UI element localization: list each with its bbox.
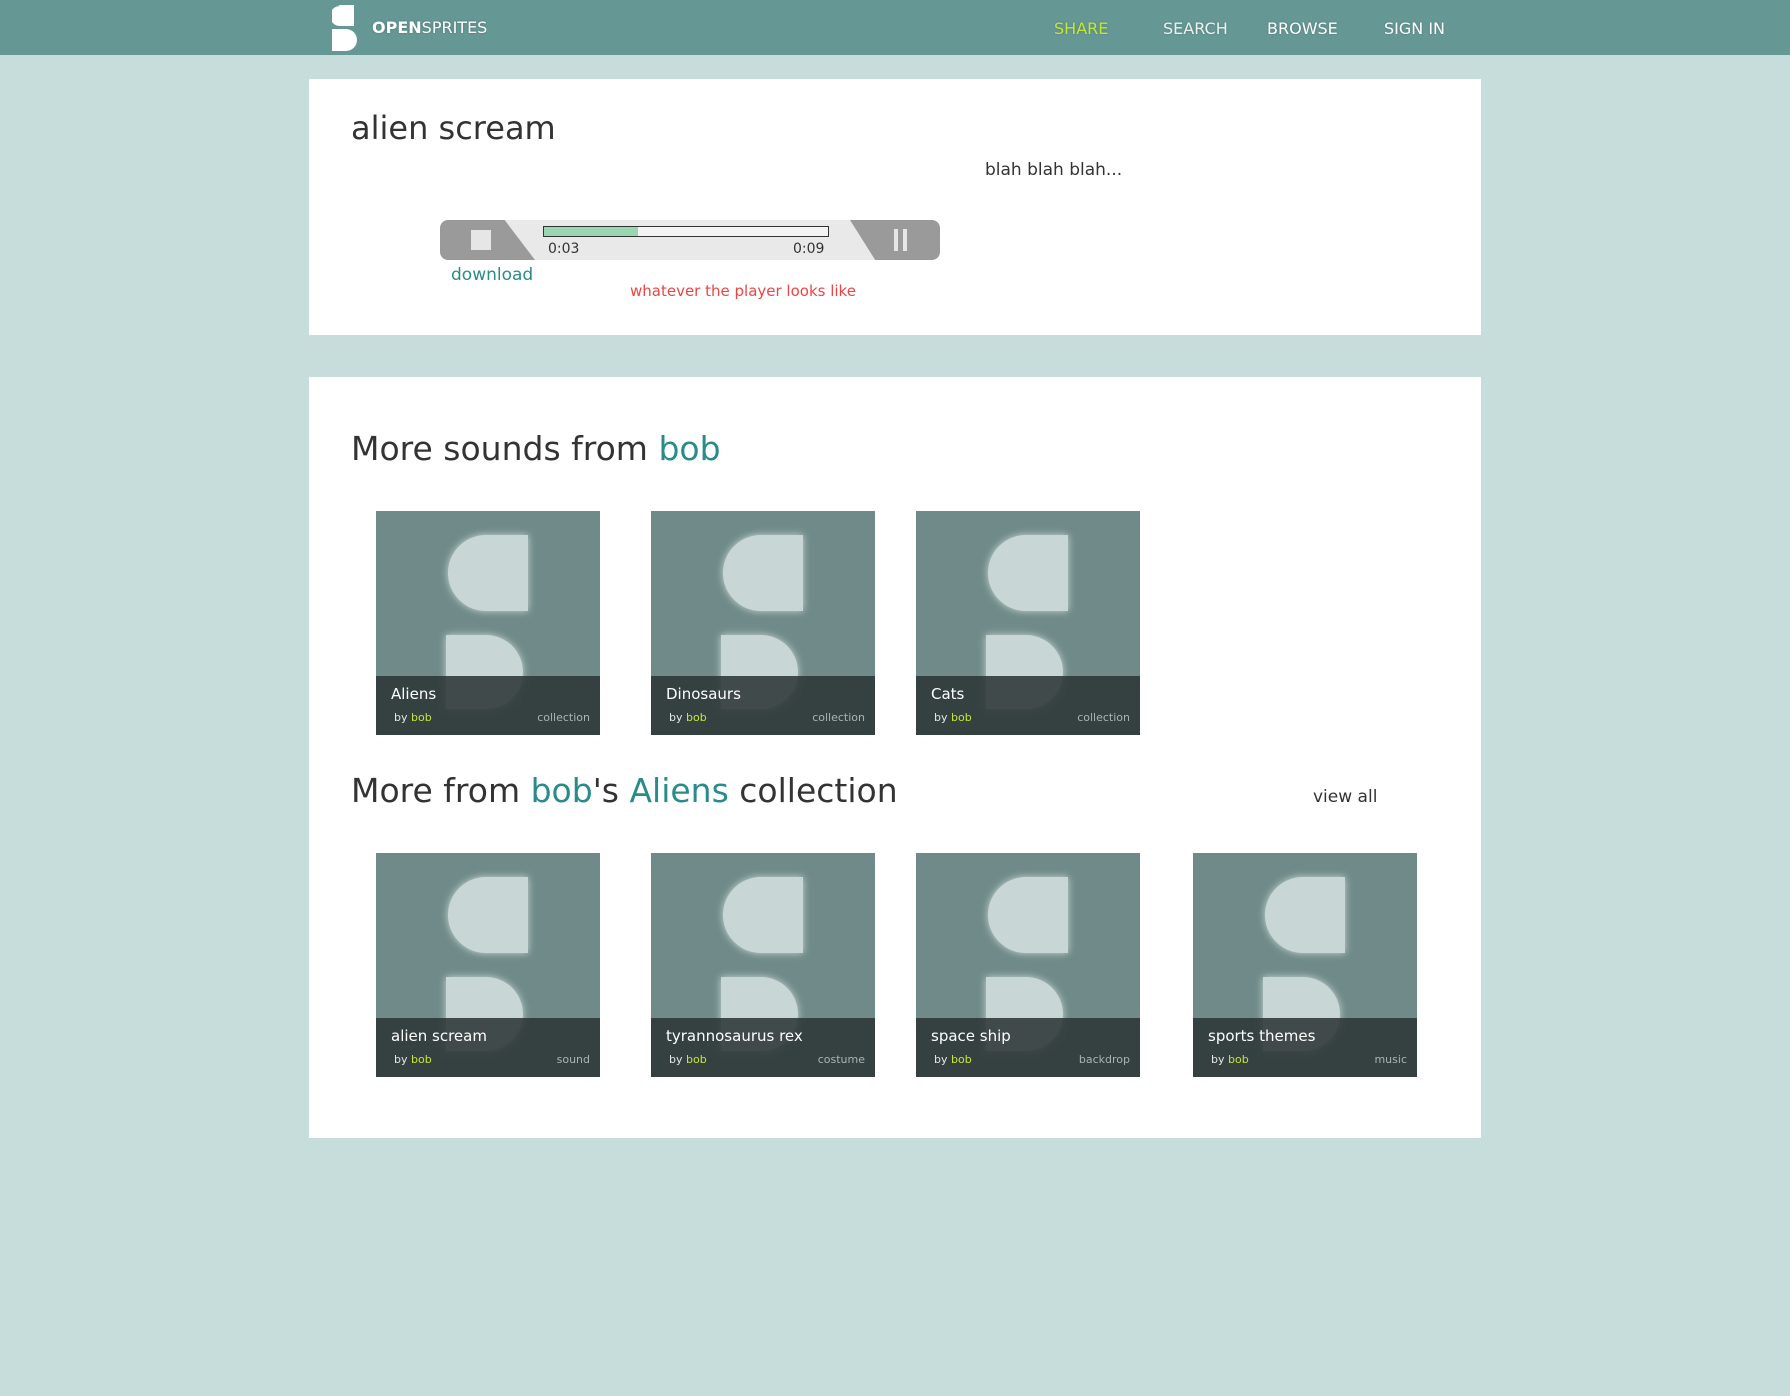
pause-icon[interactable] — [894, 229, 908, 251]
card-title[interactable]: Dinosaurs — [666, 685, 741, 703]
item-card[interactable]: sports themes by bob music — [1193, 853, 1417, 1077]
user-link[interactable]: bob — [531, 771, 593, 810]
card-caption: Aliens by bob collection — [376, 676, 600, 735]
nav-share[interactable]: SHARE — [1054, 19, 1108, 38]
top-navigation-bar: OPENSPRITES SHARE SEARCH BROWSE SIGN IN — [0, 0, 1790, 55]
more-from-user-heading: More sounds from bob — [351, 429, 721, 468]
view-all-link[interactable]: view all — [1313, 787, 1377, 807]
download-link[interactable]: download — [451, 265, 533, 285]
card-byline: by bob — [934, 711, 972, 724]
author-link[interactable]: bob — [951, 1053, 972, 1066]
card-title[interactable]: tyrannosaurus rex — [666, 1027, 803, 1045]
item-card[interactable]: alien scream by bob sound — [376, 853, 600, 1077]
card-type: collection — [537, 711, 590, 724]
card-caption: tyrannosaurus rex by bob costume — [651, 1018, 875, 1077]
card-type: backdrop — [1078, 1053, 1130, 1066]
card-byline: by bob — [934, 1053, 972, 1066]
author-link[interactable]: bob — [1228, 1053, 1249, 1066]
card-type: costume — [817, 1053, 865, 1066]
heading-prefix: More sounds from — [351, 429, 648, 468]
card-type: collection — [1077, 711, 1130, 724]
opensprites-logo-icon[interactable] — [332, 5, 358, 51]
nav-sign-in[interactable]: SIGN IN — [1384, 19, 1445, 38]
card-byline: by bob — [394, 711, 432, 724]
card-caption: space ship by bob backdrop — [916, 1018, 1140, 1077]
card-caption: Cats by bob collection — [916, 676, 1140, 735]
collection-heading: More from bob's Aliens collection — [351, 771, 898, 810]
progress-bar[interactable] — [543, 226, 829, 237]
card-title[interactable]: space ship — [931, 1027, 1011, 1045]
possessive: 's — [592, 771, 619, 810]
player-note: whatever the player looks like — [630, 282, 856, 300]
by-label: by — [669, 1053, 683, 1066]
sound-description: blah blah blah... — [985, 160, 1123, 180]
current-time: 0:03 — [548, 241, 580, 257]
item-card[interactable]: Aliens by bob collection — [376, 511, 600, 735]
card-title[interactable]: Aliens — [391, 685, 436, 703]
author-link[interactable]: bob — [686, 1053, 707, 1066]
related-content-panel: More sounds from bob Aliens by bob collect… — [309, 377, 1481, 1138]
progress-fill — [544, 227, 638, 236]
by-label: by — [934, 1053, 948, 1066]
item-card[interactable]: space ship by bob backdrop — [916, 853, 1140, 1077]
card-byline: by bob — [1211, 1053, 1249, 1066]
by-label: by — [394, 711, 408, 724]
card-byline: by bob — [669, 711, 707, 724]
item-card[interactable]: Dinosaurs by bob collection — [651, 511, 875, 735]
card-caption: sports themes by bob music — [1193, 1018, 1417, 1077]
card-caption: alien scream by bob sound — [376, 1018, 600, 1077]
stop-icon[interactable] — [471, 230, 491, 250]
brand-name-bold: OPEN — [372, 18, 422, 37]
card-type: sound — [556, 1053, 590, 1066]
sound-detail-panel: alien scream blah blah blah... 0:03 0:09… — [309, 79, 1481, 335]
author-link[interactable]: bob — [686, 711, 707, 724]
heading-suffix: collection — [739, 771, 898, 810]
by-label: by — [1211, 1053, 1225, 1066]
page-title: alien scream — [351, 109, 556, 147]
heading-prefix: More from — [351, 771, 521, 810]
card-title[interactable]: alien scream — [391, 1027, 487, 1045]
brand-name-light: SPRITES — [421, 18, 488, 37]
audio-player: 0:03 0:09 — [440, 220, 940, 260]
card-title[interactable]: sports themes — [1208, 1027, 1315, 1045]
item-card[interactable]: tyrannosaurus rex by bob costume — [651, 853, 875, 1077]
user-link[interactable]: bob — [658, 429, 720, 468]
nav-search[interactable]: SEARCH — [1163, 19, 1228, 38]
card-byline: by bob — [394, 1053, 432, 1066]
by-label: by — [669, 711, 683, 724]
by-label: by — [394, 1053, 408, 1066]
brand-name[interactable]: OPENSPRITES — [372, 18, 487, 37]
author-link[interactable]: bob — [951, 711, 972, 724]
card-type: collection — [812, 711, 865, 724]
author-link[interactable]: bob — [411, 711, 432, 724]
by-label: by — [934, 711, 948, 724]
card-caption: Dinosaurs by bob collection — [651, 676, 875, 735]
total-time: 0:09 — [793, 241, 825, 257]
item-card[interactable]: Cats by bob collection — [916, 511, 1140, 735]
card-byline: by bob — [669, 1053, 707, 1066]
card-type: music — [1374, 1053, 1407, 1066]
author-link[interactable]: bob — [411, 1053, 432, 1066]
card-title[interactable]: Cats — [931, 685, 964, 703]
collection-link[interactable]: Aliens — [629, 771, 728, 810]
nav-browse[interactable]: BROWSE — [1267, 19, 1338, 38]
